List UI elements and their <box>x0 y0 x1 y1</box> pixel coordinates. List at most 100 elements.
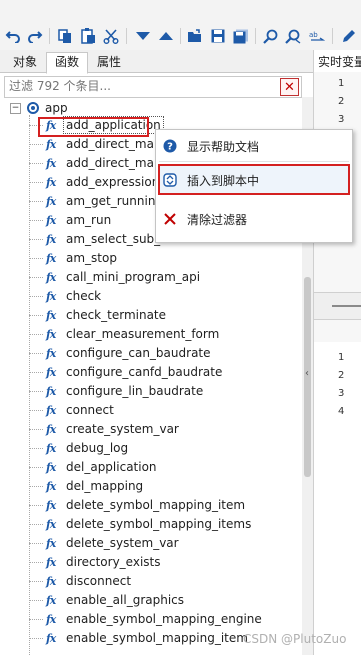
tree-item[interactable]: fx delete_symbol_mapping_items <box>0 515 302 534</box>
collapse-icon[interactable]: − <box>10 102 21 114</box>
function-icon: fx <box>46 404 56 417</box>
function-icon: fx <box>46 214 56 227</box>
menu-item-show-help[interactable]: ? 显示帮助文档 <box>156 132 352 160</box>
tree-item[interactable]: fx configure_canfd_baudrate <box>0 363 302 382</box>
app-module-icon <box>27 102 39 114</box>
tab-functions[interactable]: 函数 <box>46 52 88 74</box>
tree-guide-line <box>29 125 43 126</box>
collapse-arrow-icon[interactable]: ‹ <box>305 368 309 379</box>
tree-item-label: connect <box>66 403 114 417</box>
menu-item-label: 插入到脚本中 <box>187 173 260 188</box>
tree-item-label: add_direct_map <box>66 137 162 151</box>
find-icon[interactable] <box>261 27 279 45</box>
tree-guide-line <box>29 467 43 468</box>
tree-item-label: call_mini_program_api <box>66 270 201 284</box>
cut-icon[interactable] <box>102 27 120 45</box>
panel-splitter[interactable] <box>314 292 361 320</box>
tree-guide-line <box>29 429 43 430</box>
function-icon: fx <box>46 138 56 151</box>
tree-item[interactable]: fx configure_can_baudrate <box>0 344 302 363</box>
line-number: 1 <box>338 78 345 89</box>
line-number: 3 <box>338 388 345 399</box>
tree-item-label: add_expression_ <box>66 175 166 189</box>
tree-item[interactable]: fx enable_symbol_mapping_engine <box>0 610 302 629</box>
save-all-icon[interactable] <box>232 27 250 45</box>
tree-item-label: enable_all_graphics <box>66 593 185 607</box>
tree-item-label: am_get_running <box>66 194 164 208</box>
tree-item[interactable]: fx call_mini_program_api <box>0 268 302 287</box>
tree-item-label: create_system_var <box>66 422 179 436</box>
move-down-icon[interactable] <box>134 27 152 45</box>
tree-item-label: del_application <box>66 460 157 474</box>
tree-guide-line <box>29 372 43 373</box>
watermark: CSDN @PlutoZuo <box>243 632 347 646</box>
tree-item-label: enable_symbol_mapping_item <box>66 631 248 645</box>
toolbar-separator <box>255 28 256 44</box>
menu-item-insert-to-script[interactable]: 插入到脚本中 <box>156 166 352 194</box>
open-folder-icon[interactable] <box>186 27 204 45</box>
tree-guide-line <box>29 391 43 392</box>
paste-icon[interactable] <box>79 27 97 45</box>
tree-guide-line <box>29 334 43 335</box>
tree-item[interactable]: fx del_application <box>0 458 302 477</box>
replace-text-icon[interactable]: ab <box>308 27 326 45</box>
function-icon: fx <box>46 309 56 322</box>
tree-item[interactable]: fx connect <box>0 401 302 420</box>
tree-guide-line <box>29 581 43 582</box>
tree-item[interactable]: fx configure_lin_baudrate <box>0 382 302 401</box>
tree-root-label: app <box>45 101 68 115</box>
move-up-icon[interactable] <box>157 27 175 45</box>
toolbar-separator <box>180 28 181 44</box>
find-replace-icon[interactable] <box>284 27 302 45</box>
tree-item[interactable]: fx directory_exists <box>0 553 302 572</box>
tree-item-label: debug_log <box>66 441 129 455</box>
tree-item-label: am_run <box>66 213 112 227</box>
function-icon: fx <box>46 233 56 246</box>
copy-icon[interactable] <box>56 27 74 45</box>
save-icon[interactable] <box>209 27 227 45</box>
tree-item-label: am_stop <box>66 251 117 265</box>
tab-properties[interactable]: 属性 <box>88 52 130 73</box>
redo-icon[interactable] <box>26 27 44 45</box>
tree-guide-line <box>29 315 43 316</box>
tree-root-app[interactable]: − app <box>10 99 68 117</box>
function-icon: fx <box>46 195 56 208</box>
tree-item[interactable]: fx debug_log <box>0 439 302 458</box>
function-icon: fx <box>46 613 56 626</box>
undo-icon[interactable] <box>4 27 22 45</box>
function-icon: fx <box>46 442 56 455</box>
tree-item-label: add_direct_map <box>66 156 162 170</box>
edit-icon[interactable] <box>339 27 357 45</box>
function-icon: fx <box>46 537 56 550</box>
tree-item[interactable]: fx delete_system_var <box>0 534 302 553</box>
tree-item[interactable]: fx check_terminate <box>0 306 302 325</box>
menu-item-label: 清除过滤器 <box>187 212 248 227</box>
tree-item-label: add_application <box>63 116 164 134</box>
line-number: 2 <box>338 370 345 381</box>
tree-item-label: delete_system_var <box>66 536 179 550</box>
menu-item-clear-filter[interactable]: 清除过滤器 <box>156 205 352 233</box>
tree-guide-line <box>29 239 43 240</box>
function-icon: fx <box>46 480 56 493</box>
toolbar-separator <box>126 28 127 44</box>
menu-item-label: 显示帮助文档 <box>187 139 260 154</box>
tree-item-label: configure_canfd_baudrate <box>66 365 223 379</box>
function-icon: fx <box>46 594 56 607</box>
function-icon: fx <box>46 461 56 474</box>
tree-item[interactable]: fx am_stop <box>0 249 302 268</box>
tree-item[interactable]: fx enable_all_graphics <box>0 591 302 610</box>
help-icon: ? <box>163 139 177 153</box>
tree-item[interactable]: fx check <box>0 287 302 306</box>
tree-item[interactable]: fx delete_symbol_mapping_item <box>0 496 302 515</box>
clear-filter-button[interactable]: ✕ <box>280 78 299 96</box>
function-icon: fx <box>46 632 56 645</box>
filter-input[interactable] <box>5 77 283 95</box>
tree-item[interactable]: fx clear_measurement_form <box>0 325 302 344</box>
tree-guide-line <box>29 448 43 449</box>
tree-item[interactable]: fx del_mapping <box>0 477 302 496</box>
tab-objects[interactable]: 对象 <box>4 52 46 73</box>
tree-item[interactable]: fx disconnect <box>0 572 302 591</box>
function-icon: fx <box>46 347 56 360</box>
tree-guide-line <box>29 619 43 620</box>
tree-item[interactable]: fx create_system_var <box>0 420 302 439</box>
